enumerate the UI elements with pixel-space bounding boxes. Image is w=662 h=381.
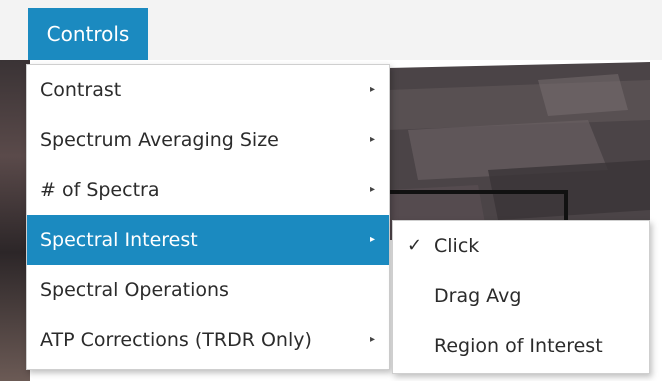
checkmark-icon: ✓ bbox=[407, 235, 423, 256]
submenu-arrow-icon: ▸ bbox=[369, 84, 375, 95]
submenu-arrow-icon: ▸ bbox=[369, 134, 375, 145]
spectral-interest-submenu: ✓ Click Drag Avg Region of Interest bbox=[392, 220, 650, 374]
submenu-arrow-icon: ▸ bbox=[369, 234, 375, 245]
menu-item-label: Contrast bbox=[40, 79, 122, 101]
menu-item-label: Spectral Operations bbox=[40, 279, 229, 301]
submenu-item-region-of-interest[interactable]: Region of Interest bbox=[393, 321, 649, 371]
controls-dropdown-menu: Contrast ▸ Spectrum Averaging Size ▸ # o… bbox=[26, 64, 390, 370]
menu-item-label: Spectrum Averaging Size bbox=[40, 129, 279, 151]
menu-item-spectral-interest[interactable]: Spectral Interest ▸ bbox=[27, 215, 389, 265]
menu-item-spectral-operations[interactable]: Spectral Operations bbox=[27, 265, 389, 315]
submenu-item-drag-avg[interactable]: Drag Avg bbox=[393, 271, 649, 321]
controls-menu-button[interactable]: Controls bbox=[28, 8, 148, 60]
submenu-arrow-icon: ▸ bbox=[369, 184, 375, 195]
submenu-item-label: Drag Avg bbox=[434, 285, 522, 307]
menu-item-label: # of Spectra bbox=[40, 179, 160, 201]
menu-item-number-of-spectra[interactable]: # of Spectra ▸ bbox=[27, 165, 389, 215]
submenu-arrow-icon: ▸ bbox=[369, 334, 375, 345]
menu-item-spectrum-averaging-size[interactable]: Spectrum Averaging Size ▸ bbox=[27, 115, 389, 165]
menu-item-atp-corrections[interactable]: ATP Corrections (TRDR Only) ▸ bbox=[27, 315, 389, 365]
submenu-item-label: Region of Interest bbox=[434, 335, 603, 357]
submenu-item-click[interactable]: ✓ Click bbox=[393, 221, 649, 271]
submenu-item-label: Click bbox=[434, 235, 480, 257]
menu-item-label: ATP Corrections (TRDR Only) bbox=[40, 329, 312, 351]
menu-item-label: Spectral Interest bbox=[40, 229, 198, 251]
menubar: Controls bbox=[0, 0, 662, 61]
menu-item-contrast[interactable]: Contrast ▸ bbox=[27, 65, 389, 115]
